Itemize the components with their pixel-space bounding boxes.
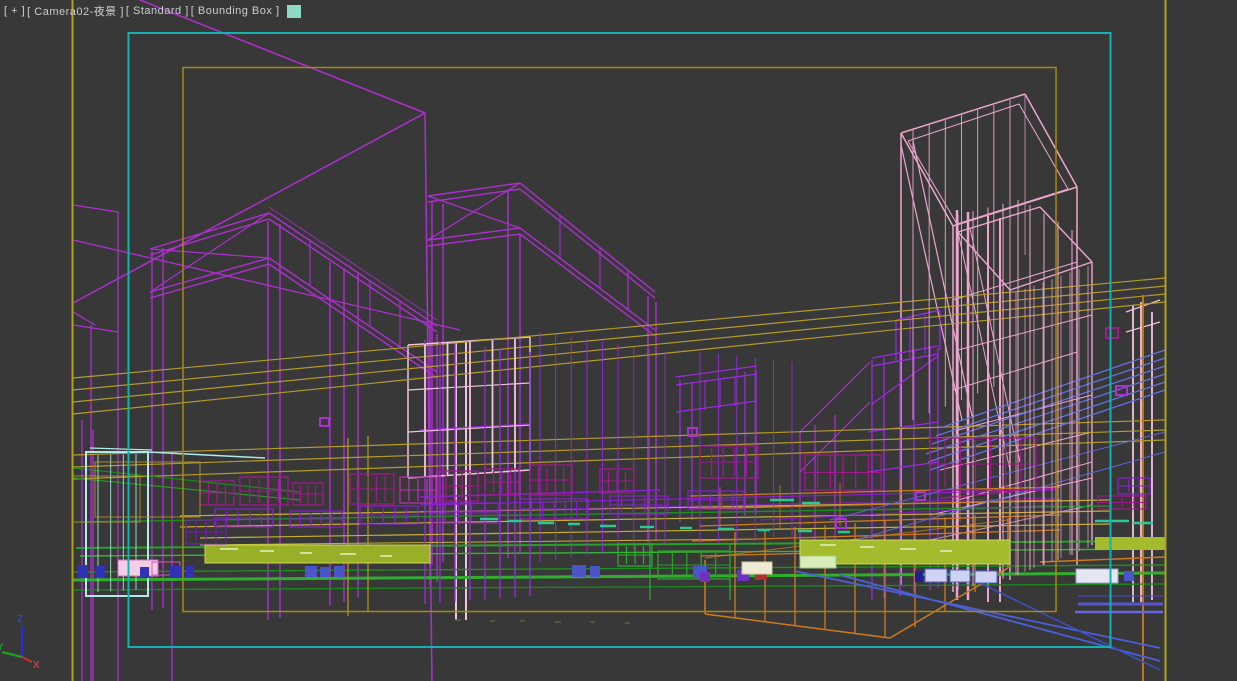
svg-text:X: X <box>33 660 40 671</box>
scene-svg[interactable]: Z Y X <box>0 0 1237 681</box>
svg-text:Z: Z <box>17 614 23 625</box>
viewport-label-bar: [ + ] [ Camera02-夜景 ] [ Standard ] [ Bou… <box>4 3 301 19</box>
svg-text:Y: Y <box>0 642 4 653</box>
scene-geometry <box>58 0 1165 681</box>
world-axis-tripod: Z Y X <box>0 614 40 671</box>
viewport-color-swatch[interactable] <box>287 5 301 18</box>
3d-viewport[interactable]: Z Y X [ + ] [ Camera02-夜景 ] [ Standard ] [… <box>0 0 1237 681</box>
viewport-menu-general[interactable]: [ + ] <box>4 5 25 17</box>
viewport-menu-style[interactable]: [ Standard ] <box>126 5 189 17</box>
viewport-menu-display-mode[interactable]: [ Bounding Box ] <box>191 5 280 17</box>
viewport-menu-camera[interactable]: [ Camera02-夜景 ] <box>27 3 124 19</box>
